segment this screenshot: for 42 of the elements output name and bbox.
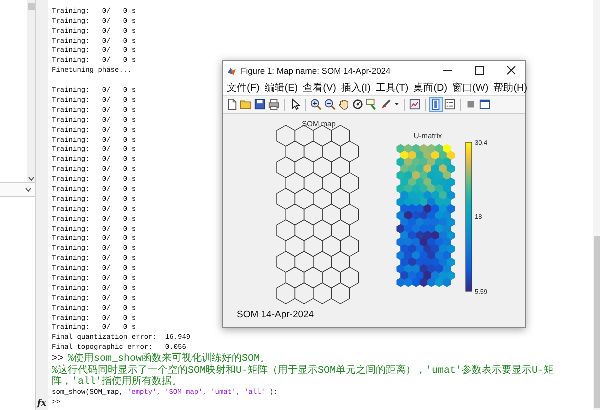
menu-item[interactable]: 插入(I) [339, 80, 373, 94]
scrollbar[interactable] [27, 0, 35, 182]
menu-item[interactable]: 帮助(H) [492, 80, 530, 94]
menu-item[interactable]: 查看(V) [301, 80, 338, 94]
print-icon [268, 98, 280, 111]
prompt-symbol: >> [52, 354, 64, 366]
print-button[interactable] [267, 97, 281, 112]
colorbar-icon [430, 98, 442, 111]
zoom-in-button[interactable] [309, 97, 323, 112]
new-file-icon [226, 98, 238, 111]
colorbar-button[interactable] [429, 97, 443, 112]
function-button[interactable]: fx [37, 399, 47, 409]
figure-caption: SOM 14-Apr-2024 [237, 310, 314, 320]
zoom-out-icon [324, 98, 336, 111]
scrollbar-thumb[interactable] [594, 236, 600, 408]
zoom-out-button[interactable] [323, 97, 337, 112]
pointer-icon [289, 98, 301, 111]
window-icon [479, 98, 491, 111]
menu-item[interactable]: 桌面(D) [412, 80, 450, 94]
window-button[interactable] [478, 97, 492, 112]
app-logo-icon [227, 66, 237, 76]
data-cursor-icon [366, 98, 378, 111]
legend-button[interactable] [443, 97, 457, 112]
save-icon [254, 98, 266, 111]
hand-button[interactable] [337, 97, 351, 112]
brush-icon [380, 98, 392, 111]
scrollbar[interactable] [593, 0, 600, 410]
scrollbar-thumb[interactable] [28, 3, 34, 10]
save-button[interactable] [253, 97, 267, 112]
menu-item[interactable]: 编辑(E) [262, 80, 300, 94]
close-icon [506, 66, 516, 75]
maximize-icon [474, 66, 484, 75]
zoom-in-icon [310, 98, 322, 111]
folder-icon [240, 98, 252, 111]
legend-icon [444, 98, 456, 111]
code-comment: %这行代码同时显示了一个空的SOM映射和U-矩阵（用于显示SOM单元之间的距离），'umat'参数表示要显示U-矩阵，'all'指使用所有数据。 [52, 366, 556, 388]
menu-item[interactable]: 窗口(W) [450, 80, 491, 94]
hand-icon [338, 98, 350, 111]
menu-item[interactable]: 文件(F) [225, 80, 262, 94]
window-title: Figure 1: Map name: SOM 14-Apr-2024 [241, 66, 392, 76]
menu-item[interactable]: 工具(T) [374, 80, 411, 94]
code-comment: %使用som_show函数来可视化训练好的SOM。 [68, 354, 270, 366]
